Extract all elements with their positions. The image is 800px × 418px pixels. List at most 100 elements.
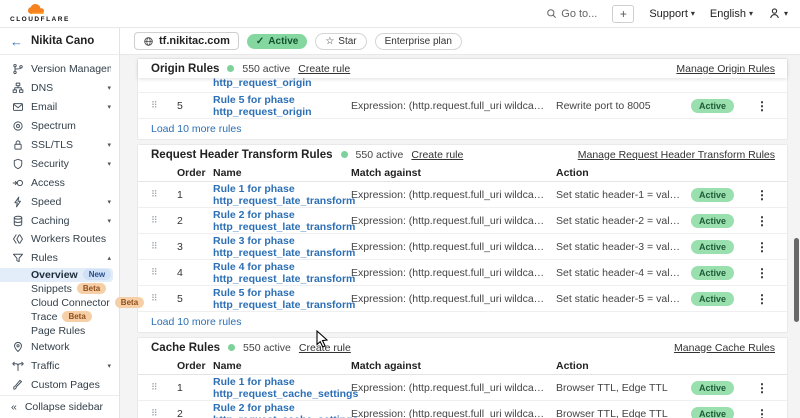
table-row[interactable]: ⠿ 5 Rule 5 for phasehttp_request_late_tr… <box>138 286 787 312</box>
rule-name-link[interactable]: http_request_origin <box>213 78 781 89</box>
sidebar-item-rules-page-rules[interactable]: Page Rules <box>0 324 119 338</box>
col-order: Order <box>177 360 213 372</box>
sidebar-subitem-label: Trace <box>31 311 57 323</box>
manage-cache-rules-link[interactable]: Manage Cache Rules <box>674 342 775 354</box>
drag-handle-icon[interactable]: ⠿ <box>151 409 177 418</box>
status-badge: Active <box>691 99 734 113</box>
goto-label: Go to... <box>561 8 597 20</box>
support-menu[interactable]: Support ▾ <box>649 8 695 20</box>
star-icon: ☆ <box>325 36 334 47</box>
drag-handle-icon[interactable]: ⠿ <box>151 190 177 199</box>
sidebar-item-custom-pages[interactable]: Custom Pages <box>0 376 119 395</box>
new-badge: New <box>83 269 111 280</box>
language-menu[interactable]: English ▾ <box>710 8 753 20</box>
rule-name-link[interactable]: Rule 1 for phasehttp_request_cache_setti… <box>213 376 351 400</box>
rule-match: Expression: (http.request.full_uri wildc… <box>351 215 556 227</box>
table-row[interactable]: ⠿ 2 Rule 2 for phasehttp_request_cache_s… <box>138 401 787 418</box>
create-rule-link[interactable]: Create rule <box>411 149 463 161</box>
col-name: Name <box>213 360 351 372</box>
sidebar-item-rules-snippets[interactable]: Snippets Beta <box>0 282 119 296</box>
zone-selector[interactable]: tf.nikitac.com <box>134 32 239 50</box>
sidebar-item-access[interactable]: Access <box>0 173 119 192</box>
check-icon: ✓ <box>256 36 264 47</box>
drag-handle-icon[interactable]: ⠿ <box>151 101 177 110</box>
table-row[interactable]: ⠿ 2 Rule 2 for phasehttp_request_late_tr… <box>138 208 787 234</box>
kebab-menu-icon[interactable]: ⋮ <box>756 292 768 306</box>
account-menu[interactable]: ▾ <box>768 7 788 20</box>
sidebar-item-email[interactable]: Email ▾ <box>0 98 119 117</box>
sidebar-item-rules-cloud-connector[interactable]: Cloud Connector Beta <box>0 296 119 310</box>
sidebar-item-label: Security <box>31 158 100 170</box>
rule-match: Expression: (http.request.full_uri wildc… <box>351 100 556 112</box>
chevron-up-icon: ▴ <box>107 254 111 262</box>
sidebar-item-dns[interactable]: DNS ▾ <box>0 79 119 98</box>
sidebar-item-spectrum[interactable]: Spectrum <box>0 117 119 136</box>
table-row[interactable]: ⠿ 1 Rule 1 for phasehttp_request_late_tr… <box>138 182 787 208</box>
rule-name-link[interactable]: Rule 1 for phasehttp_request_late_transf… <box>213 183 351 207</box>
kebab-menu-icon[interactable]: ⋮ <box>756 214 768 228</box>
drag-handle-icon[interactable]: ⠿ <box>151 242 177 251</box>
kebab-menu-icon[interactable]: ⋮ <box>756 99 768 113</box>
sidebar-item-version-management[interactable]: Version Management <box>0 60 119 79</box>
load-more-origin-link[interactable]: Load 10 more rules <box>138 119 787 139</box>
goto-search[interactable]: Go to... <box>546 8 597 20</box>
rule-name-link[interactable]: Rule 3 for phasehttp_request_late_transf… <box>213 235 351 259</box>
status-badge: Active <box>691 292 734 306</box>
rule-name-link[interactable]: Rule 5 for phasehttp_request_late_transf… <box>213 287 351 311</box>
drag-handle-icon[interactable]: ⠿ <box>151 294 177 303</box>
sidebar-item-caching[interactable]: Caching ▾ <box>0 211 119 230</box>
table-row[interactable]: ⠿ 5 Rule 5 for phasehttp_request_origin … <box>138 93 787 119</box>
sidebar-item-traffic[interactable]: Traffic ▾ <box>0 357 119 376</box>
sidebar-item-speed[interactable]: Speed ▾ <box>0 192 119 211</box>
star-button[interactable]: ☆ Star <box>315 33 366 50</box>
drag-handle-icon[interactable]: ⠿ <box>151 268 177 277</box>
sidebar-item-ssl-tls[interactable]: SSL/TLS ▾ <box>0 136 119 155</box>
rule-action: Browser TTL, Edge TTL <box>556 382 691 394</box>
sidebar-item-label: Traffic <box>31 360 100 372</box>
spectrum-icon <box>11 120 24 133</box>
drag-handle-icon[interactable]: ⠿ <box>151 216 177 225</box>
create-rule-link[interactable]: Create rule <box>298 63 350 75</box>
sidebar-item-security[interactable]: Security ▾ <box>0 154 119 173</box>
rule-name-link[interactable]: Rule 4 for phasehttp_request_late_transf… <box>213 261 351 285</box>
load-more-rht-link[interactable]: Load 10 more rules <box>138 312 787 332</box>
rule-name-link[interactable]: Rule 2 for phasehttp_request_cache_setti… <box>213 402 351 418</box>
manage-origin-rules-link[interactable]: Manage Origin Rules <box>676 63 775 75</box>
back-arrow-icon[interactable]: ← <box>10 34 23 49</box>
rule-name-link[interactable]: Rule 5 for phasehttp_request_origin <box>213 94 351 118</box>
kebab-menu-icon[interactable]: ⋮ <box>756 240 768 254</box>
sidebar-item-network[interactable]: Network <box>0 338 119 357</box>
search-icon <box>546 8 557 19</box>
sidebar-item-label: Email <box>31 101 100 113</box>
paintbrush-icon <box>11 379 24 392</box>
status-badge: Active <box>691 188 734 202</box>
bolt-icon <box>11 195 24 208</box>
drag-handle-icon[interactable]: ⠿ <box>151 383 177 392</box>
active-count: 550 active <box>242 63 290 75</box>
kebab-menu-icon[interactable]: ⋮ <box>756 407 768 418</box>
manage-rht-rules-link[interactable]: Manage Request Header Transform Rules <box>578 149 775 161</box>
table-row[interactable]: ⠿ 1 Rule 1 for phasehttp_request_cache_s… <box>138 375 787 401</box>
sidebar-item-rules-trace[interactable]: Trace Beta <box>0 310 119 324</box>
kebab-menu-icon[interactable]: ⋮ <box>756 381 768 395</box>
sidebar-item-label: Access <box>31 177 111 189</box>
kebab-menu-icon[interactable]: ⋮ <box>756 266 768 280</box>
kebab-menu-icon[interactable]: ⋮ <box>756 188 768 202</box>
sidebar-item-rules-overview[interactable]: Overview New <box>0 268 113 282</box>
cloudflare-logo[interactable]: CLOUDFLARE <box>10 4 70 24</box>
add-site-button[interactable]: + <box>612 5 634 23</box>
sidebar-item-workers-routes[interactable]: Workers Routes <box>0 230 119 249</box>
sidebar-item-rules[interactable]: Rules ▴ <box>0 249 119 268</box>
rule-action: Set static header-3 = value-3 <box>556 241 691 253</box>
chevron-down-icon: ▾ <box>107 103 111 111</box>
status-badge: Active <box>691 407 734 418</box>
collapse-sidebar-button[interactable]: « Collapse sidebar <box>0 395 119 418</box>
scrollbar-thumb[interactable] <box>794 238 799 322</box>
table-row[interactable]: ⠿ 4 Rule 4 for phasehttp_request_late_tr… <box>138 260 787 286</box>
rule-name-link[interactable]: Rule 2 for phasehttp_request_late_transf… <box>213 209 351 233</box>
create-rule-link[interactable]: Create rule <box>299 342 351 354</box>
rule-match: Expression: (http.request.full_uri wildc… <box>351 241 556 253</box>
table-row[interactable]: ⠿ 3 Rule 3 for phasehttp_request_late_tr… <box>138 234 787 260</box>
table-row-partial[interactable]: http_request_origin <box>138 78 787 93</box>
collapse-label: Collapse sidebar <box>25 401 103 413</box>
